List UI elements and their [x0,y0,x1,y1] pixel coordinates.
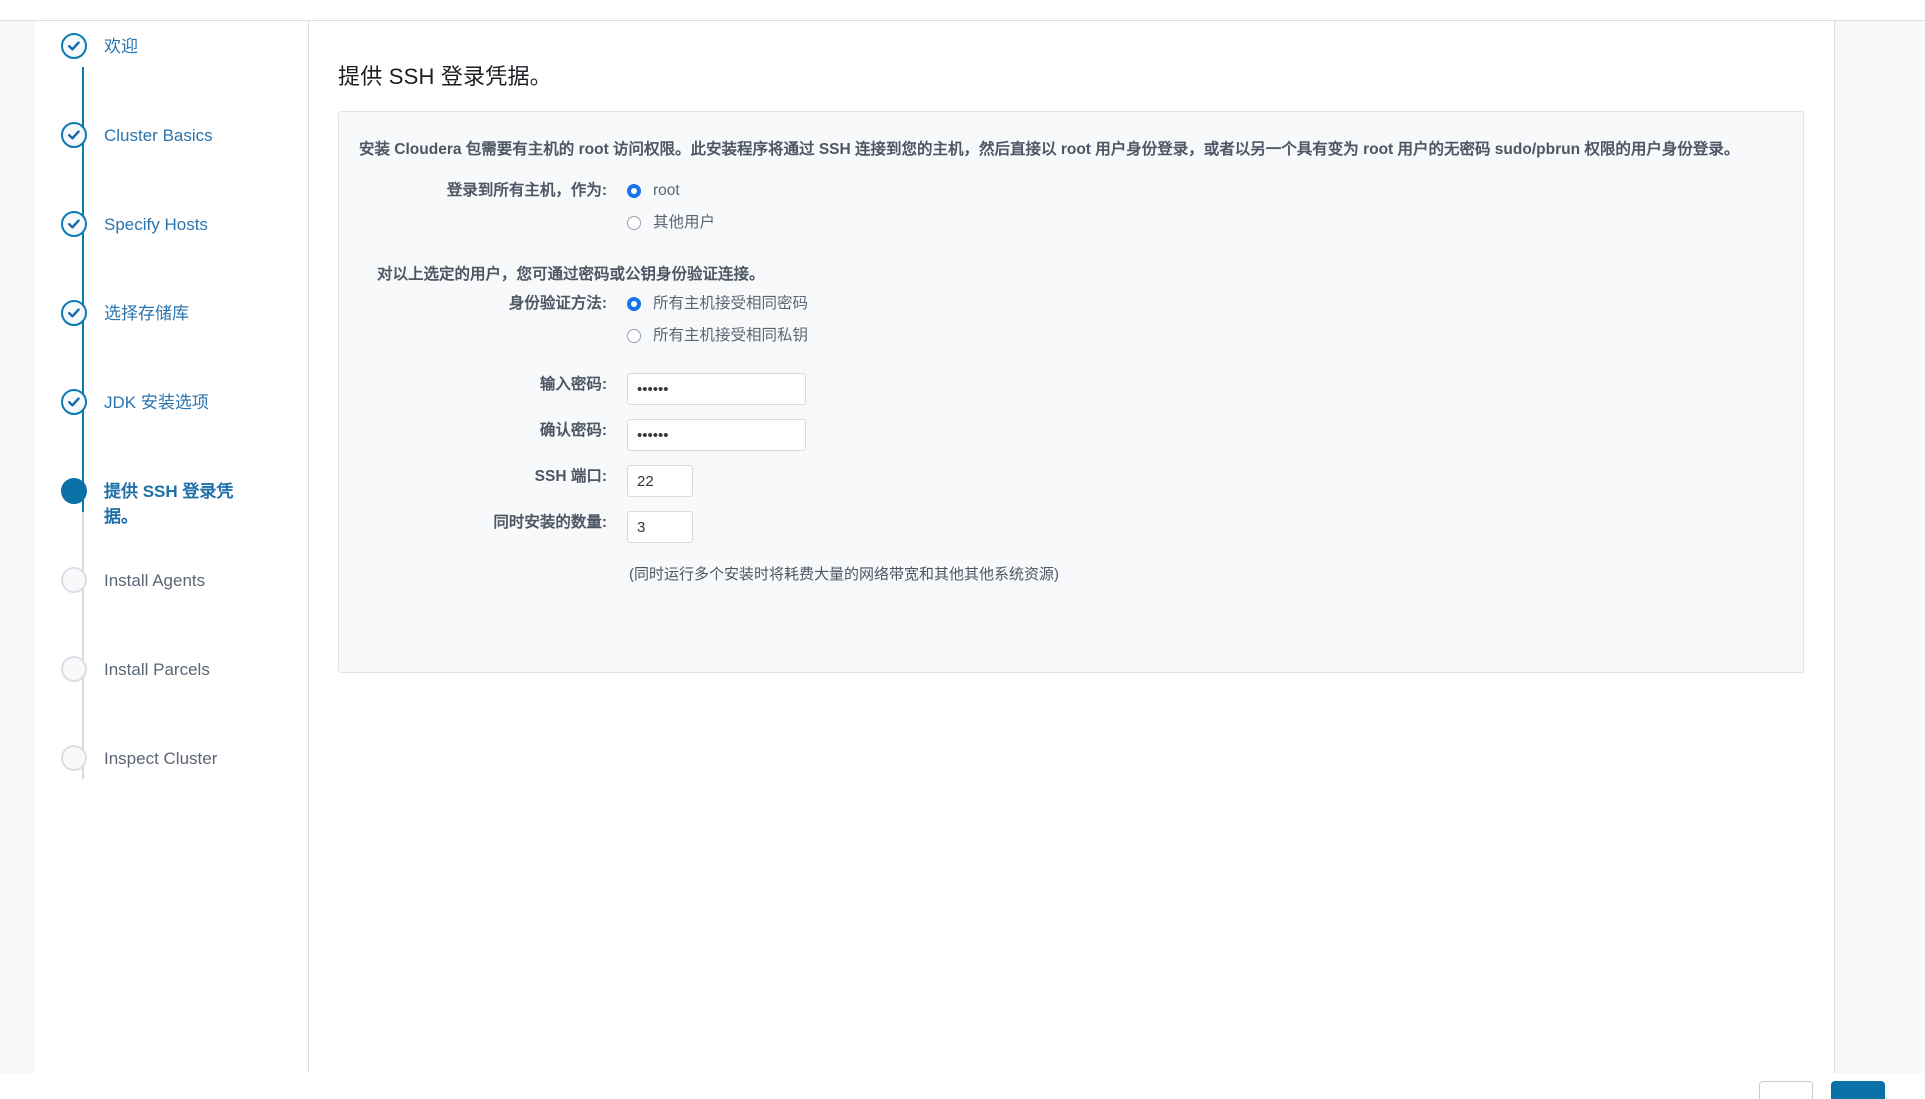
radio-other-user-icon[interactable] [627,216,641,230]
filled-circle-icon [61,478,87,504]
auth-section-heading: 对以上选定的用户，您可通过密码或公钥身份验证连接。 [377,266,765,283]
auth-method-row: 身份验证方法: 所有主机接受相同密码 [359,292,1783,324]
empty-circle-icon [61,656,87,682]
auth-method-row-2: 所有主机接受相同私钥 [359,324,1783,356]
empty-circle-icon [61,567,87,593]
auth-option-password[interactable]: 所有主机接受相同密码 [627,292,1783,316]
auth-option-privatekey[interactable]: 所有主机接受相同私钥 [627,324,1783,348]
radio-same-privatekey-icon[interactable] [627,329,641,343]
confirm-password-input-label: 确认密码: [539,422,607,439]
wizard-step-1[interactable]: 欢迎 [35,21,308,156]
continue-button[interactable] [1831,1081,1885,1099]
wizard-step-label: Inspect Cluster [104,749,218,768]
login-as-other-label: 其他用户 [653,214,716,231]
wizard-footer [0,1073,1925,1099]
wizard-step-5[interactable]: JDK 安装选项 [35,377,308,512]
wizard-step-list: 欢迎 Cluster Basics Specify Hosts 选择存储库 JDK 安装… [35,21,308,822]
concurrency-hint: (同时运行多个安装时将耗费大量的网络带宽和其他其他系统资源) [629,566,1059,583]
wizard-step-8[interactable]: Install Parcels [35,644,308,779]
auth-password-label: 所有主机接受相同密码 [653,295,809,312]
ssh-port-input-row: SSH 端口: [359,465,1783,497]
card-description: 安装 Cloudera 包需要有主机的 root 访问权限。此安装程序将通过 S… [359,141,1740,158]
radio-root-icon[interactable] [627,184,641,198]
wizard-step-3[interactable]: Specify Hosts [35,199,308,334]
window-top-strip [0,0,1925,21]
empty-circle-icon [61,745,87,771]
app-root: 欢迎 Cluster Basics Specify Hosts 选择存储库 JDK 安装… [0,0,1925,1099]
login-as-root-label: root [653,182,680,199]
password-input[interactable] [627,373,806,405]
page-title: 提供 SSH 登录凭据。 [338,64,552,89]
check-circle-icon [61,33,87,59]
auth-privatekey-label: 所有主机接受相同私钥 [653,327,809,344]
check-circle-icon [61,389,87,415]
password-input-row: 输入密码: [359,373,1783,405]
credential-fields: 输入密码: 确认密码: SSH 端口: 同时安装的数量: [359,373,1783,543]
back-button[interactable] [1759,1081,1813,1099]
wizard-step-2[interactable]: Cluster Basics [35,110,308,245]
confirm-password-input-row: 确认密码: [359,419,1783,451]
wizard-sidebar: 欢迎 Cluster Basics Specify Hosts 选择存储库 JDK 安装… [35,21,309,1073]
main-content: 提供 SSH 登录凭据。 安装 Cloudera 包需要有主机的 root 访问… [309,21,1835,1073]
ssh-credentials-card: 安装 Cloudera 包需要有主机的 root 访问权限。此安装程序将通过 S… [338,111,1804,673]
login-as-row-2: 其他用户 [359,211,1783,243]
login-as-row: 登录到所有主机，作为: root [359,179,1783,211]
auth-method-label: 身份验证方法: [508,295,607,312]
login-as-label: 登录到所有主机，作为: [446,182,607,199]
content-panel: 欢迎 Cluster Basics Specify Hosts 选择存储库 JDK 安装… [35,21,1835,1073]
wizard-step-label: Specify Hosts [104,215,208,234]
confirm-password-input[interactable] [627,419,806,451]
wizard-step-label: 提供 SSH 登录凭据。 [104,482,234,526]
wizard-step-label: 欢迎 [104,37,138,56]
wizard-step-label: Install Parcels [104,660,210,679]
concurrent-installs-input[interactable] [627,511,693,543]
wizard-step-label: Cluster Basics [104,126,213,145]
check-circle-icon [61,211,87,237]
concurrent-installs-input-row: 同时安装的数量: [359,511,1783,543]
check-circle-icon [61,122,87,148]
wizard-step-6[interactable]: 提供 SSH 登录凭据。 [35,466,308,601]
login-as-option-other[interactable]: 其他用户 [627,211,1783,235]
ssh-port-input[interactable] [627,465,693,497]
wizard-step-9[interactable]: Inspect Cluster [35,733,308,822]
login-as-option-root[interactable]: root [627,179,1783,203]
ssh-port-input-label: SSH 端口: [534,468,607,485]
concurrent-installs-input-label: 同时安装的数量: [493,514,607,531]
password-input-label: 输入密码: [539,376,607,393]
wizard-step-label: JDK 安装选项 [104,393,209,412]
check-circle-icon [61,300,87,326]
radio-same-password-icon[interactable] [627,297,641,311]
wizard-step-4[interactable]: 选择存储库 [35,288,308,423]
wizard-step-7[interactable]: Install Agents [35,555,308,690]
wizard-step-label: Install Agents [104,571,206,590]
wizard-step-label: 选择存储库 [104,304,189,323]
concurrency-hint-row: (同时运行多个安装时将耗费大量的网络带宽和其他其他系统资源) [359,557,1783,587]
